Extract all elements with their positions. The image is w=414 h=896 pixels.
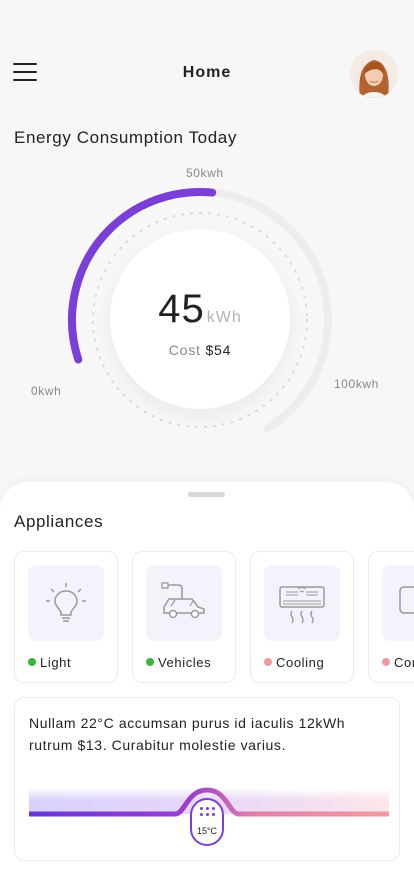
ev-car-icon	[161, 582, 205, 619]
light-icon-box	[28, 565, 104, 641]
avatar[interactable]	[350, 50, 398, 98]
appliance-card-light[interactable]: Light	[14, 551, 118, 683]
gauge-label-max: 100kwh	[334, 377, 379, 391]
computer-icon	[399, 586, 414, 614]
energy-unit: kWh	[206, 309, 242, 326]
lightbulb-icon	[46, 583, 86, 622]
appliances-title: Appliances	[14, 512, 104, 531]
appliance-label: Light	[40, 655, 72, 670]
appliances-sheet: Appliances Light Vehicles Cooling Co Nul…	[0, 482, 414, 896]
knob-grip-icon	[200, 807, 216, 821]
energy-cost: Cost $54	[110, 342, 290, 358]
energy-gauge: 50kwh 0kwh 100kwh 45 kWh Cost $54	[0, 150, 414, 450]
status-dot	[28, 658, 36, 666]
top-bar: Home	[0, 0, 414, 120]
sheet-drag-handle[interactable]	[188, 492, 225, 497]
appliance-card-computer[interactable]: Computer	[368, 551, 414, 683]
appliance-label: Computer	[394, 655, 414, 670]
cost-label: Cost	[168, 342, 201, 358]
gauge-value: 45 kWh	[110, 287, 290, 332]
energy-section-title: Energy Consumption Today	[14, 128, 237, 147]
appliance-label: Vehicles	[158, 655, 212, 670]
appliance-cards: Light Vehicles Cooling Co	[14, 551, 414, 683]
energy-value: 45	[158, 287, 205, 331]
cost-value: $54	[205, 342, 232, 358]
info-card: Nullam 22°C accumsan purus id iaculis 12…	[14, 697, 400, 861]
air-conditioner-icon	[279, 586, 325, 624]
vehicles-icon-box	[146, 565, 222, 641]
appliance-card-vehicles[interactable]: Vehicles	[132, 551, 236, 683]
temperature-value: 15°C	[196, 826, 218, 836]
gauge-center: 45 kWh Cost $54	[110, 229, 290, 409]
computer-icon-box	[382, 565, 414, 641]
temperature-knob[interactable]: 15°C	[190, 798, 224, 846]
gauge-label-min: 0kwh	[31, 384, 62, 398]
status-dot	[382, 658, 390, 666]
appliance-card-cooling[interactable]: Cooling	[250, 551, 354, 683]
gauge-label-mid: 50kwh	[186, 166, 224, 180]
cooling-icon-box	[264, 565, 340, 641]
status-dot	[146, 658, 154, 666]
appliance-label: Cooling	[276, 655, 325, 670]
status-dot	[264, 658, 272, 666]
